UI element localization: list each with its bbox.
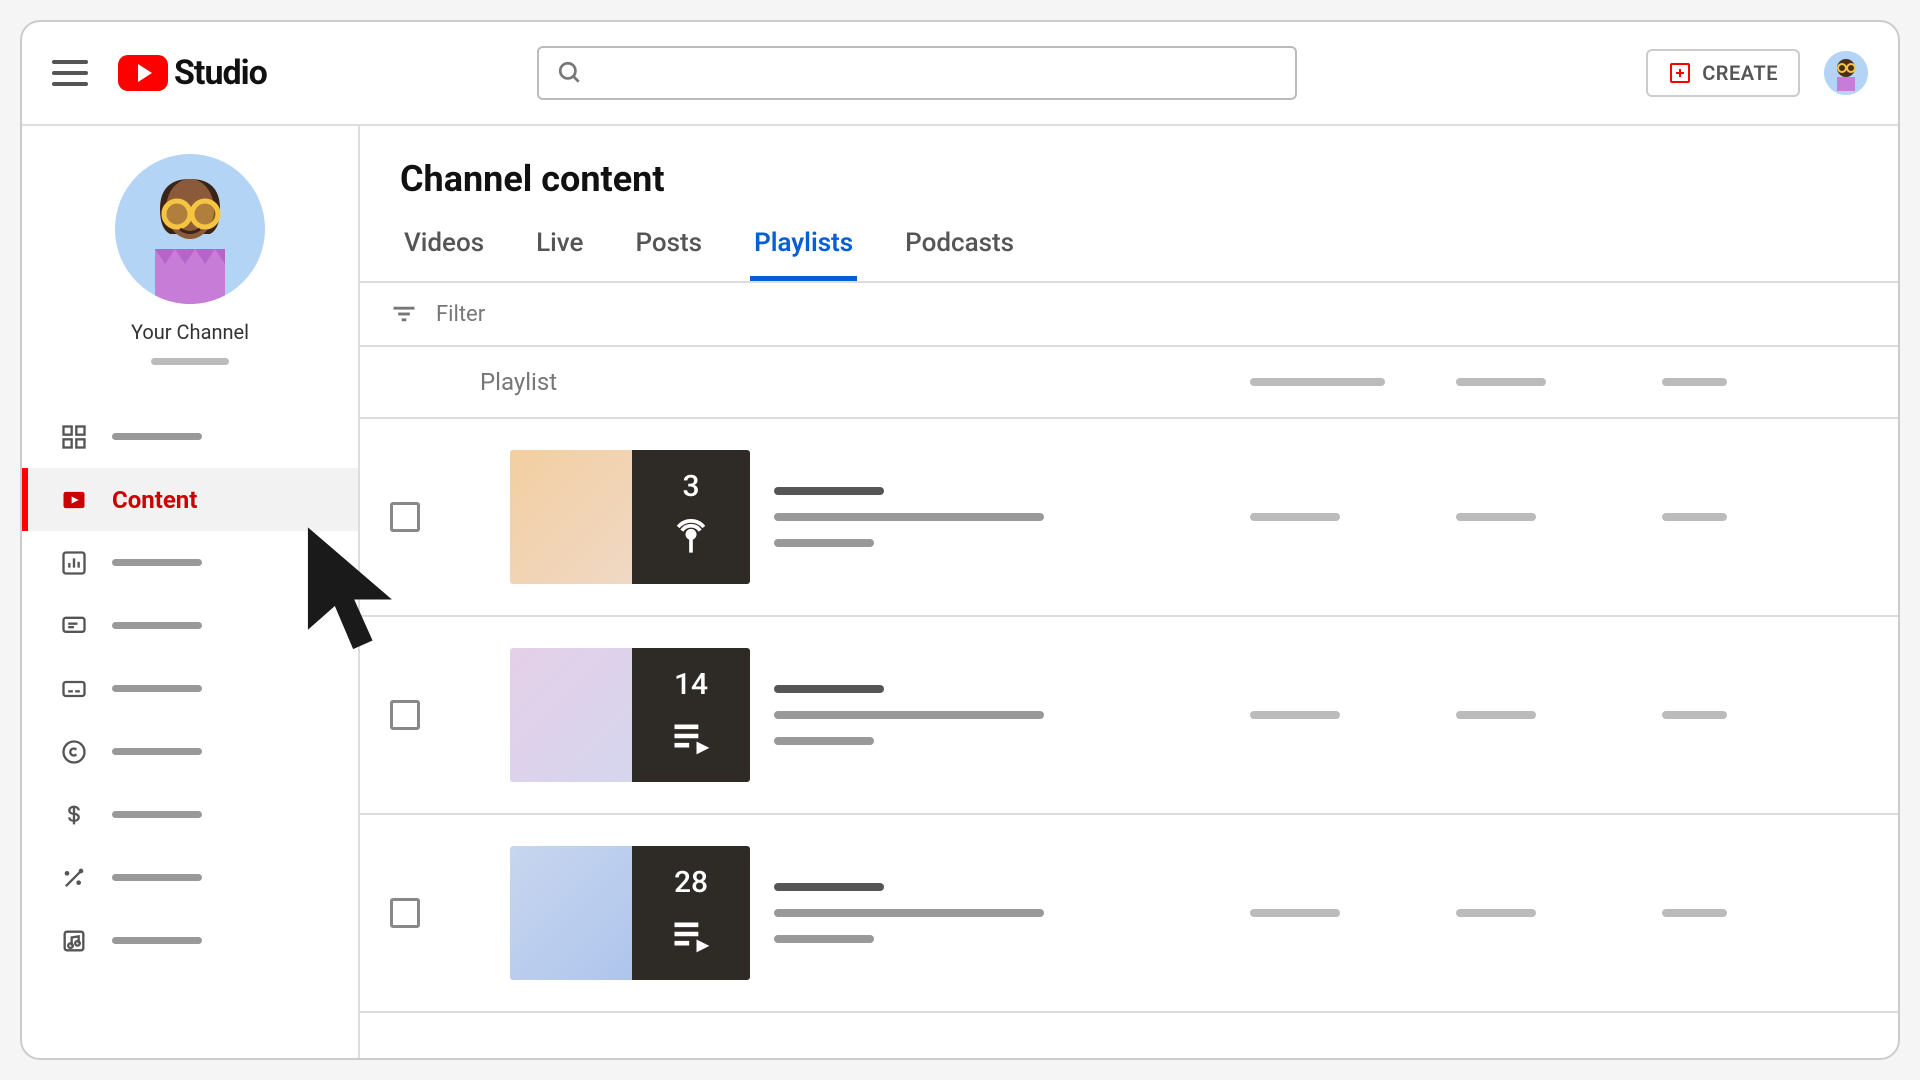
column-placeholder	[1456, 378, 1546, 386]
nav-label-placeholder	[112, 874, 202, 881]
avatar-illustration	[1824, 51, 1868, 95]
sidebar-item-earn[interactable]	[22, 783, 358, 846]
account-avatar[interactable]	[1824, 51, 1868, 95]
analytics-icon	[60, 549, 88, 577]
tab-posts[interactable]: Posts	[631, 218, 706, 281]
column-playlist: Playlist	[460, 368, 1250, 396]
content-tabs: Videos Live Posts Playlists Podcasts	[360, 218, 1898, 283]
cell-placeholder	[1662, 909, 1727, 917]
table-row[interactable]: 3	[360, 419, 1898, 617]
playlist-meta	[774, 487, 1044, 547]
sidebar-nav: Content	[22, 405, 358, 972]
body: Your Channel Content	[22, 126, 1898, 1058]
playlist-meta	[774, 685, 1044, 745]
tab-playlists[interactable]: Playlists	[750, 218, 857, 281]
playlist-icon	[669, 912, 713, 962]
playlist-icon	[669, 714, 713, 764]
sidebar-item-dashboard[interactable]	[22, 405, 358, 468]
wand-icon	[60, 864, 88, 892]
audio-icon	[60, 927, 88, 955]
subtitles-icon	[60, 675, 88, 703]
cell-placeholder	[1250, 909, 1340, 917]
row-checkbox[interactable]	[390, 898, 420, 928]
playlist-thumbnail[interactable]: 28	[510, 846, 750, 980]
create-label: CREATE	[1702, 61, 1778, 85]
nav-label-placeholder	[112, 748, 202, 755]
filter-label: Filter	[436, 302, 485, 327]
nav-label-placeholder	[112, 622, 202, 629]
playlist-meta	[774, 883, 1044, 943]
sidebar-item-audio[interactable]	[22, 909, 358, 972]
channel-avatar[interactable]	[115, 154, 265, 304]
tab-podcasts[interactable]: Podcasts	[901, 218, 1018, 281]
row-checkbox[interactable]	[390, 700, 420, 730]
channel-name: Your Channel	[131, 320, 249, 344]
row-checkbox[interactable]	[390, 502, 420, 532]
sidebar-item-subtitles[interactable]	[22, 657, 358, 720]
table-header: Playlist	[360, 347, 1898, 419]
create-button[interactable]: CREATE	[1646, 49, 1800, 97]
studio-logo[interactable]: Studio	[118, 53, 267, 93]
logo-text: Studio	[174, 53, 267, 93]
comments-icon	[60, 612, 88, 640]
channel-handle-placeholder	[151, 358, 229, 365]
sidebar-item-analytics[interactable]	[22, 531, 358, 594]
content-icon	[60, 486, 88, 514]
filter-bar[interactable]: Filter	[360, 283, 1898, 347]
cell-placeholder	[1456, 513, 1536, 521]
table-row[interactable]: 14	[360, 617, 1898, 815]
dashboard-icon	[60, 423, 88, 451]
cell-placeholder	[1456, 909, 1536, 917]
nav-label-placeholder	[112, 559, 202, 566]
tab-videos[interactable]: Videos	[400, 218, 488, 281]
youtube-icon	[118, 55, 168, 91]
cell-placeholder	[1250, 513, 1340, 521]
table-row[interactable]: 28	[360, 815, 1898, 1013]
search-icon	[557, 60, 583, 86]
sidebar-item-copyright[interactable]	[22, 720, 358, 783]
nav-label-placeholder	[112, 937, 202, 944]
cell-placeholder	[1662, 513, 1727, 521]
sidebar-item-customization[interactable]	[22, 846, 358, 909]
sidebar-item-content[interactable]: Content	[22, 468, 358, 531]
dollar-icon	[60, 801, 88, 829]
cell-placeholder	[1662, 711, 1727, 719]
tab-live[interactable]: Live	[532, 218, 587, 281]
column-placeholder	[1662, 378, 1727, 386]
playlist-thumbnail[interactable]: 3	[510, 450, 750, 584]
cell-placeholder	[1456, 711, 1536, 719]
nav-label-content: Content	[112, 486, 197, 514]
nav-label-placeholder	[112, 685, 202, 692]
playlist-rows: 3 14 28	[360, 419, 1898, 1013]
nav-label-placeholder	[112, 433, 202, 440]
playlist-thumbnail[interactable]: 14	[510, 648, 750, 782]
header: Studio CREATE	[22, 22, 1898, 126]
playlist-count: 3	[682, 469, 699, 504]
nav-label-placeholder	[112, 811, 202, 818]
search-input[interactable]	[537, 46, 1297, 100]
menu-button[interactable]	[52, 55, 88, 91]
filter-icon	[390, 300, 418, 328]
sidebar: Your Channel Content	[22, 126, 360, 1058]
cell-placeholder	[1250, 711, 1340, 719]
podcast-icon	[669, 516, 713, 566]
app-window: Studio CREATE	[20, 20, 1900, 1060]
column-placeholder	[1250, 378, 1385, 386]
copyright-icon	[60, 738, 88, 766]
playlist-count: 28	[674, 865, 708, 900]
sidebar-item-comments[interactable]	[22, 594, 358, 657]
playlist-count: 14	[674, 667, 708, 702]
page-title: Channel content	[360, 126, 1898, 218]
create-plus-icon	[1668, 61, 1692, 85]
main-content: Channel content Videos Live Posts Playli…	[360, 126, 1898, 1058]
